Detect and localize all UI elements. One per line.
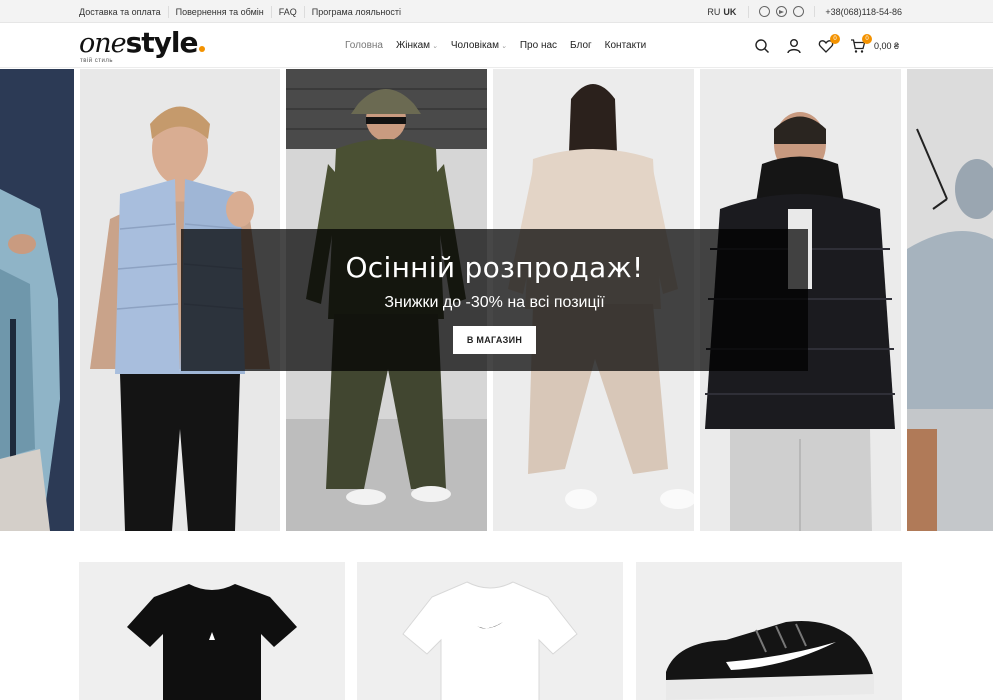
category-card-white-tshirt[interactable]	[357, 562, 623, 700]
header-tools: 0 0 0,00 ₴	[754, 23, 899, 68]
link-loyalty[interactable]: Програма лояльності	[305, 6, 408, 18]
nav-blog-label: Блог	[570, 40, 592, 51]
top-bar: Доставка та оплата Повернення та обмін F…	[0, 0, 993, 23]
link-returns[interactable]: Повернення та обмін	[169, 5, 272, 18]
wishlist-button[interactable]: 0	[818, 33, 840, 54]
whatsapp-icon[interactable]	[759, 6, 771, 17]
logo-dot	[198, 46, 205, 52]
social-links	[749, 6, 816, 17]
nav-about-label: Про нас	[519, 40, 558, 51]
nav-contacts-label: Контакти	[604, 40, 647, 51]
info-links: Доставка та оплата Повернення та обмін F…	[79, 0, 408, 23]
logo-tagline: твій стиль	[80, 58, 114, 64]
search-button[interactable]	[754, 38, 770, 54]
telegram-icon[interactable]	[776, 6, 788, 17]
language-switcher: RU UK	[707, 5, 750, 18]
hero-photo-model-1	[0, 69, 74, 531]
search-icon	[755, 38, 770, 53]
account-button[interactable]	[786, 38, 802, 54]
nav-men[interactable]: Чоловікам ⌄	[451, 40, 507, 51]
nav-home[interactable]: Головна	[345, 40, 383, 51]
main-header: onestyle твій стиль Головна Жінкам ⌄ Чоло…	[0, 23, 993, 68]
sneaker-image	[666, 621, 874, 700]
category-card-sneakers[interactable]	[636, 562, 902, 700]
nav-men-label: Чоловікам	[450, 40, 499, 51]
black-tshirt-image	[127, 584, 297, 700]
top-bar-right: RU UK +38(068)118-54-86	[707, 0, 902, 23]
nav-home-label: Головна	[345, 40, 383, 51]
category-card-black-tshirt[interactable]	[79, 562, 345, 700]
nav-contacts[interactable]: Контакти	[605, 40, 647, 51]
hero-photo-model-6	[907, 69, 993, 531]
nav-women[interactable]: Жінкам ⌄	[396, 40, 438, 51]
hero-subtitle: Знижки до -30% на всі позиції	[384, 294, 605, 311]
cart-count-badge: 0	[862, 33, 872, 44]
nav-about[interactable]: Про нас	[520, 40, 557, 51]
chevron-down-icon: ⌄	[500, 42, 507, 50]
white-tshirt-image	[402, 581, 578, 700]
lang-uk[interactable]: UK	[723, 6, 736, 18]
chevron-down-icon: ⌄	[432, 42, 438, 50]
lang-ru[interactable]: RU	[707, 6, 720, 18]
logo[interactable]: onestyle твій стиль	[79, 26, 205, 66]
hero-title: Осінній розпродаж!	[345, 251, 644, 284]
logo-one: one	[79, 28, 127, 59]
cart-total[interactable]: 0,00 ₴	[874, 41, 899, 51]
hero-banner: Осінній розпродаж! Знижки до -30% на всі…	[0, 69, 993, 531]
viber-icon[interactable]	[793, 6, 805, 17]
cart-button[interactable]: 0	[850, 33, 872, 54]
user-icon	[787, 38, 801, 53]
main-nav: Головна Жінкам ⌄ Чоловікам ⌄ Про нас Блог …	[345, 23, 659, 68]
nav-women-label: Жінкам	[396, 40, 431, 51]
logo-style: style	[125, 26, 199, 59]
phone-number[interactable]: +38(068)118-54-86	[815, 7, 902, 17]
hero-promo-overlay: Осінній розпродаж! Знижки до -30% на всі…	[181, 229, 808, 371]
link-delivery[interactable]: Доставка та оплата	[79, 5, 169, 18]
shop-now-button[interactable]: В МАГАЗИН	[452, 326, 537, 354]
link-faq[interactable]: FAQ	[272, 5, 305, 18]
wishlist-count-badge: 0	[830, 33, 840, 44]
nav-blog[interactable]: Блог	[570, 40, 592, 51]
category-cards	[0, 562, 993, 700]
